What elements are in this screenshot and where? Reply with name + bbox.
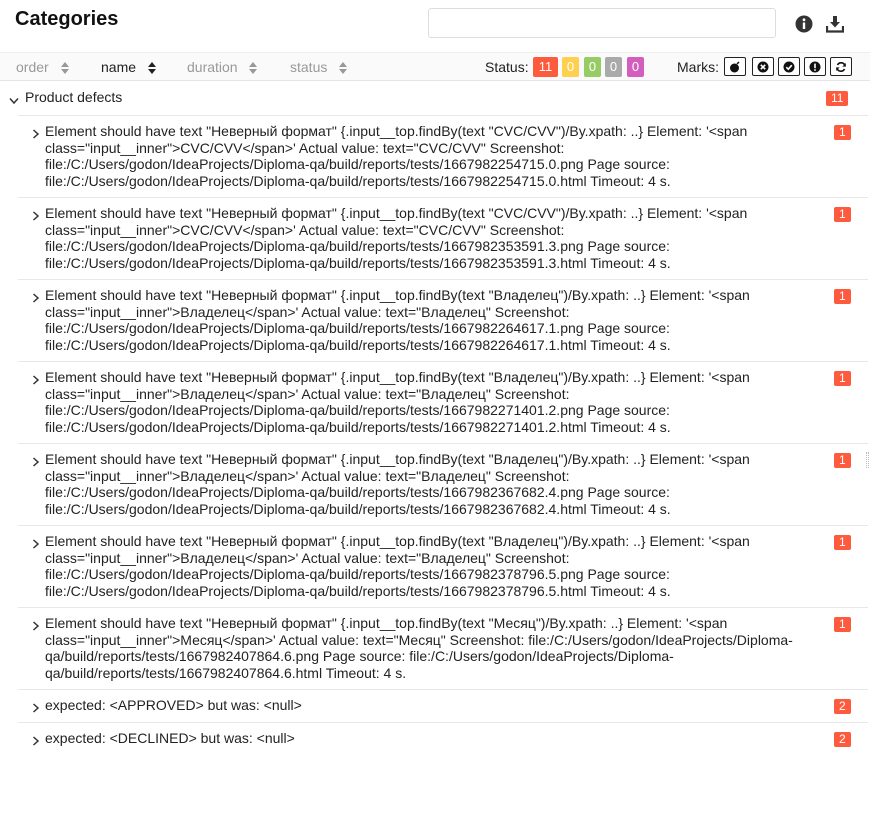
status-filter-label: Status: — [485, 59, 529, 75]
category-group-product-defects[interactable]: Product defects 11 — [0, 81, 870, 115]
chevron-right-icon — [32, 208, 40, 226]
sort-label: name — [101, 59, 137, 75]
new-passed-icon[interactable] — [778, 57, 800, 76]
sort-arrows-icon — [147, 62, 156, 75]
sort-arrows-icon — [60, 62, 69, 75]
category-item[interactable]: Element should have text "Неверный форма… — [18, 279, 868, 361]
failed-count-badge: 2 — [834, 699, 851, 714]
failed-count-badge: 1 — [834, 207, 851, 222]
chevron-right-icon — [32, 126, 40, 144]
category-item[interactable]: expected: <DECLINED> but was: <null> 2 — [18, 722, 868, 755]
status-passed-toggle[interactable]: 0 — [584, 57, 601, 77]
failed-count-badge: 1 — [834, 289, 851, 304]
chevron-right-icon — [32, 733, 40, 751]
item-message: Element should have text "Неверный форма… — [45, 123, 748, 189]
chevron-right-icon — [32, 372, 40, 390]
header: Categories — [0, 0, 870, 52]
status-unknown-toggle[interactable]: 0 — [627, 57, 644, 77]
failed-count-badge: 1 — [834, 125, 851, 140]
item-message: expected: <APPROVED> but was: <null> — [45, 697, 302, 713]
category-item[interactable]: Element should have text "Неверный форма… — [18, 115, 868, 197]
status-skipped-toggle[interactable]: 0 — [605, 57, 622, 77]
failed-count-badge: 1 — [834, 453, 851, 468]
chevron-right-icon — [32, 618, 40, 636]
status-broken-toggle[interactable]: 0 — [562, 57, 579, 77]
chevron-right-icon — [32, 290, 40, 308]
download-icon[interactable] — [825, 15, 845, 33]
chevron-right-icon — [32, 454, 40, 472]
item-message: Element should have text "Неверный форма… — [45, 369, 750, 435]
category-item[interactable]: Element should have text "Неверный форма… — [18, 197, 868, 279]
new-failed-icon[interactable] — [752, 57, 774, 76]
sort-order[interactable]: order — [16, 59, 69, 75]
item-message: Element should have text "Неверный форма… — [45, 533, 750, 599]
pane-resize-handle[interactable] — [866, 452, 869, 468]
category-item[interactable]: expected: <APPROVED> but was: <null> 2 — [18, 689, 868, 722]
status-failed-toggle[interactable]: 11 — [533, 57, 558, 77]
sort-label: status — [290, 59, 328, 75]
sort-label: duration — [187, 59, 238, 75]
category-item[interactable]: Element should have text "Неверный форма… — [18, 361, 868, 443]
sort-name[interactable]: name — [101, 59, 156, 75]
category-item[interactable]: Element should have text "Неверный форма… — [18, 607, 868, 689]
chevron-right-icon — [32, 536, 40, 554]
sort-arrows-icon — [339, 62, 348, 75]
sort-duration[interactable]: duration — [187, 59, 258, 75]
category-item[interactable]: Element should have text "Неверный форма… — [18, 525, 868, 607]
page-title: Categories — [15, 8, 119, 30]
item-message: Element should have text "Неверный форма… — [45, 287, 750, 353]
sort-status[interactable]: status — [290, 59, 348, 75]
sort-arrows-icon — [249, 62, 258, 75]
item-message: Element should have text "Неверный форма… — [45, 615, 793, 681]
failed-count-badge: 1 — [834, 535, 851, 550]
failed-count-badge: 11 — [826, 91, 849, 106]
item-message: Element should have text "Неверный форма… — [45, 205, 748, 271]
failed-count-badge: 1 — [834, 371, 851, 386]
failed-count-badge: 1 — [834, 617, 851, 632]
item-message: expected: <DECLINED> but was: <null> — [45, 730, 295, 746]
category-item[interactable]: Element should have text "Неверный форма… — [18, 443, 868, 525]
chevron-right-icon — [32, 700, 40, 718]
chevron-down-icon — [9, 92, 19, 110]
flaky-bomb-icon[interactable] — [724, 57, 746, 76]
failed-count-badge: 2 — [834, 732, 851, 747]
info-circle-icon[interactable] — [795, 15, 813, 33]
new-broken-icon[interactable] — [804, 57, 826, 76]
category-name: Product defects — [25, 89, 123, 105]
item-message: Element should have text "Неверный форма… — [45, 451, 750, 517]
sort-label: order — [16, 59, 49, 75]
retries-icon[interactable] — [830, 57, 852, 76]
search-input[interactable] — [428, 8, 776, 38]
marks-filter-label: Marks: — [677, 59, 719, 75]
sort-bar: order name duration status Status: 11 0 … — [0, 52, 870, 81]
